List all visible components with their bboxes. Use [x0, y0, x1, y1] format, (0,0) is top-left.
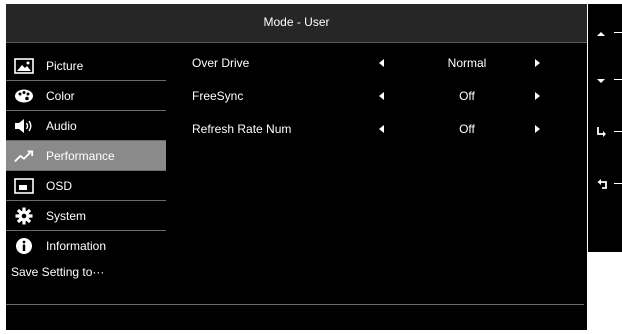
picture-icon — [14, 57, 34, 75]
back-icon — [596, 177, 608, 195]
setting-label: Refresh Rate Num — [192, 122, 292, 136]
settings-list: Over Drive Normal FreeSync Off Refresh R… — [192, 55, 547, 154]
sidebar-item-audio[interactable]: Audio — [6, 111, 166, 141]
sidebar-item-label: OSD — [46, 179, 73, 193]
sidebar-item-label: Picture — [46, 59, 84, 73]
speaker-icon — [14, 117, 34, 135]
sidebar-item-osd[interactable]: OSD — [6, 171, 166, 201]
divider — [6, 304, 584, 305]
info-icon — [14, 237, 34, 255]
sidebar-item-system[interactable]: System — [6, 201, 166, 231]
guide-tick — [614, 79, 622, 80]
sidebar-item-label: Color — [46, 89, 75, 103]
sidebar-item-save-setting[interactable]: Save Setting to··· — [6, 261, 166, 287]
up-button[interactable] — [588, 23, 622, 43]
enter-icon — [596, 125, 608, 143]
arrow-left-icon[interactable] — [379, 125, 384, 133]
osd-icon — [14, 177, 34, 195]
sidebar-item-color[interactable]: Color — [6, 81, 166, 111]
sidebar-item-information[interactable]: Information — [6, 231, 166, 261]
setting-value: Normal — [447, 56, 487, 70]
setting-freesync[interactable]: FreeSync Off — [192, 88, 547, 121]
setting-label: Over Drive — [192, 56, 250, 70]
performance-icon — [14, 147, 34, 165]
sidebar-item-label: Audio — [46, 119, 77, 133]
page-title: Mode - User — [263, 15, 330, 29]
palette-icon — [14, 87, 34, 105]
save-setting-label: Save Setting to··· — [11, 265, 105, 279]
arrow-left-icon[interactable] — [379, 59, 384, 67]
setting-label: FreeSync — [192, 89, 244, 103]
arrow-right-icon[interactable] — [535, 59, 540, 67]
setting-value: Off — [459, 122, 475, 136]
down-icon — [596, 73, 606, 91]
sidebar: Picture Color Audio Performance OSD Syst… — [6, 51, 166, 287]
arrow-left-icon[interactable] — [379, 92, 384, 100]
guide-tick — [614, 32, 622, 33]
sidebar-item-picture[interactable]: Picture — [6, 51, 166, 81]
setting-over-drive[interactable]: Over Drive Normal — [192, 55, 547, 88]
arrow-right-icon[interactable] — [535, 125, 540, 133]
sidebar-item-label: Information — [46, 239, 107, 253]
sidebar-item-performance[interactable]: Performance — [6, 141, 166, 171]
sidebar-item-label: Performance — [46, 149, 115, 163]
button-guide-panel — [588, 4, 622, 252]
back-button[interactable] — [588, 174, 622, 194]
title-bar: Mode - User — [6, 4, 587, 43]
setting-refresh-rate-num[interactable]: Refresh Rate Num Off — [192, 121, 547, 154]
sidebar-item-label: System — [46, 209, 87, 223]
osd-menu: Mode - User Picture Color Audio Performa… — [6, 4, 587, 330]
guide-tick — [614, 183, 622, 184]
enter-button[interactable] — [588, 122, 622, 142]
up-icon — [596, 26, 606, 44]
guide-tick — [614, 131, 622, 132]
gear-icon — [14, 207, 34, 225]
setting-value: Off — [459, 89, 475, 103]
down-button[interactable] — [588, 70, 622, 90]
arrow-right-icon[interactable] — [535, 92, 540, 100]
